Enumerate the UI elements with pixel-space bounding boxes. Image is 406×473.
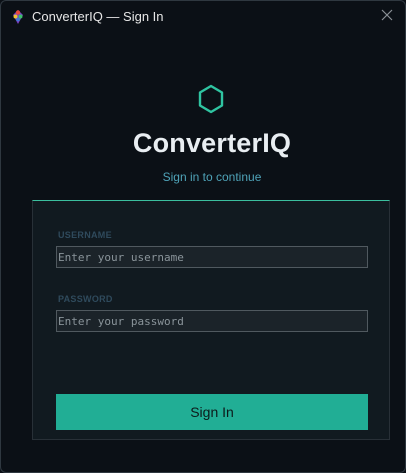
- app-name: ConverterIQ: [132, 128, 292, 158]
- password-label: PASSWORD: [58, 294, 113, 304]
- close-button[interactable]: [377, 7, 397, 27]
- tagline: Sign in to continue: [162, 170, 262, 184]
- close-icon: [381, 8, 393, 26]
- login-form: USERNAME PASSWORD Sign In: [32, 200, 390, 440]
- window-title: ConverterIQ — Sign In: [32, 9, 164, 24]
- app-logo-icon: [11, 9, 25, 25]
- title-bar: ConverterIQ — Sign In: [1, 1, 405, 33]
- login-window: ConverterIQ — Sign In ConverterIQ Sign i…: [0, 0, 406, 473]
- hexagon-icon: [197, 84, 225, 114]
- password-field[interactable]: [56, 310, 368, 332]
- username-label: USERNAME: [58, 230, 112, 240]
- sign-in-button[interactable]: Sign In: [56, 394, 368, 430]
- username-field[interactable]: [56, 246, 368, 268]
